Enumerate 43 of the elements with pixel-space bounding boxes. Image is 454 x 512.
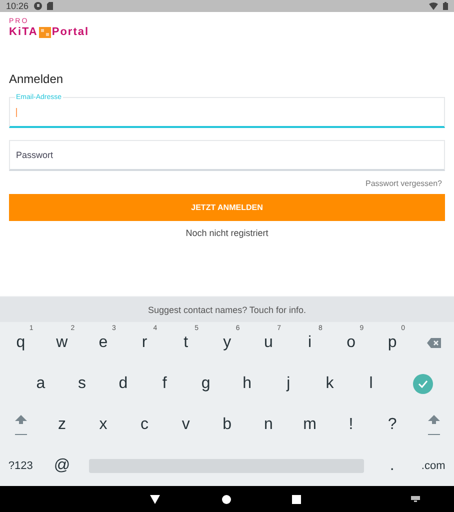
keyboard-key[interactable]: j <box>268 363 310 404</box>
keyboard-key[interactable]: ! <box>330 404 372 445</box>
keyboard-key[interactable]: v <box>165 404 206 445</box>
logo-text: KiTA <box>9 26 38 38</box>
keyboard-key[interactable]: l <box>350 363 392 404</box>
shift-icon <box>426 414 441 436</box>
shift-icon <box>14 414 28 436</box>
logo-text: Portal <box>52 26 90 38</box>
backspace-icon <box>426 338 441 348</box>
keyboard-icon[interactable] <box>411 496 420 502</box>
sd-card-icon <box>46 2 53 10</box>
back-button[interactable] <box>150 494 160 504</box>
keyboard-key[interactable]: g <box>185 363 226 404</box>
keyboard-key[interactable]: . <box>371 445 413 486</box>
home-button[interactable] <box>222 494 231 504</box>
keyboard-key[interactable]: b <box>206 404 248 445</box>
keyboard-key[interactable]: z <box>41 404 83 445</box>
suggestion-bar[interactable]: Suggest contact names? Touch for info. <box>0 297 454 322</box>
wifi-icon <box>429 2 438 10</box>
keyboard-key[interactable]: c <box>124 404 166 445</box>
keyboard-key[interactable]: d <box>102 363 144 404</box>
keyboard-key[interactable]: ? <box>372 404 413 445</box>
page-title: Anmelden <box>9 72 64 86</box>
recents-button[interactable] <box>292 494 301 504</box>
keyboard-key[interactable]: h <box>226 363 268 404</box>
forgot-password-link[interactable]: Passwort vergessen? <box>366 179 442 188</box>
keyboard-key[interactable]: k <box>309 363 350 404</box>
register-link[interactable]: Noch nicht registriert <box>186 228 268 238</box>
keyboard-key[interactable]: .com <box>412 445 454 486</box>
keyboard-key[interactable]: ?123 <box>0 445 42 486</box>
placeholder-text: Passwort <box>16 150 54 160</box>
input-field[interactable]: Passwort <box>9 140 445 171</box>
keyboard-key[interactable]: @ <box>41 445 83 486</box>
battery-icon <box>443 2 448 10</box>
keyboard-key[interactable]: a <box>20 363 62 404</box>
keyboard-key[interactable]: f <box>144 363 186 404</box>
logo-icon <box>38 26 51 38</box>
keyboard-key[interactable]: x <box>82 404 124 445</box>
keyboard-key[interactable]: n <box>248 404 290 445</box>
keyboard-key[interactable]: m <box>289 404 330 445</box>
clock: 10:26 <box>6 1 29 11</box>
checkmark-icon <box>412 374 433 394</box>
keyboard-key[interactable]: s <box>61 363 103 404</box>
